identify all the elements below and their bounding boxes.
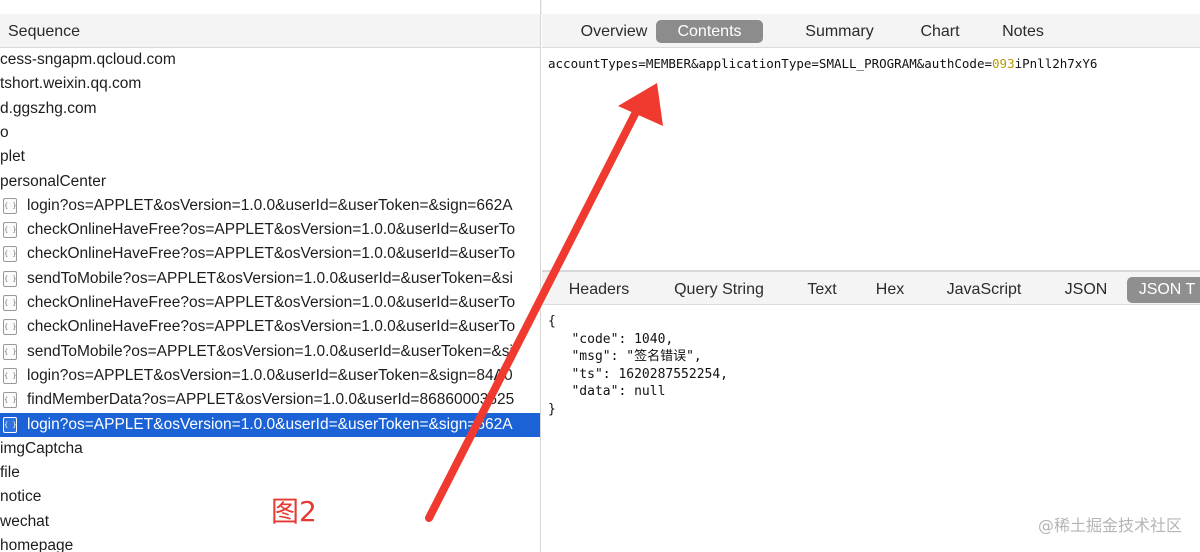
row-label: login?os=APPLET&osVersion=1.0.0&userId=&… [27, 366, 513, 384]
host-row[interactable]: plet [0, 145, 540, 169]
row-label: personalCenter [0, 172, 106, 190]
host-row[interactable]: cess-sngapm.qcloud.com [0, 48, 540, 72]
json-file-icon: { } [3, 392, 17, 409]
json-line: "data": null [548, 384, 666, 399]
row-label: sendToMobile?os=APPLET&osVersion=1.0.0&u… [27, 269, 513, 287]
row-label: notice [0, 488, 42, 506]
tab-javascript[interactable]: JavaScript [934, 277, 1034, 303]
request-row[interactable]: { } findMemberData?os=APPLET&osVersion=1.… [0, 388, 540, 412]
row-label: checkOnlineHaveFree?os=APPLET&osVersion=… [27, 294, 516, 311]
host-row[interactable]: personalCenter [0, 170, 540, 194]
request-row[interactable]: { } sendToMobile?os=APPLET&osVersion=1.0.… [0, 267, 540, 291]
request-body-suffix: iPnll2h7xY6 [1014, 56, 1098, 71]
tab-text[interactable]: Text [794, 277, 850, 303]
tab-headers[interactable]: Headers [556, 277, 642, 303]
request-body-prefix: accountTypes=MEMBER&applicationType=SMAL… [548, 56, 993, 71]
row-label: checkOnlineHaveFree?os=APPLET&osVersion=… [27, 245, 516, 263]
json-file-icon: { } [3, 416, 17, 433]
row-label: d.ggszhg.com [0, 99, 97, 117]
row-label: homepage [0, 537, 74, 552]
request-row[interactable]: { } checkOnlineHaveFree?os=APPLET&osVersi… [0, 291, 540, 315]
tab-hex[interactable]: Hex [864, 277, 916, 303]
row-label: plet [0, 148, 25, 166]
row-label: imgCaptcha [0, 439, 83, 457]
host-row[interactable]: o [0, 121, 540, 145]
json-line: { [548, 314, 556, 329]
json-file-icon: { } [3, 295, 17, 311]
tab-json-t[interactable]: JSON T [1127, 277, 1200, 303]
request-row[interactable]: { } login?os=APPLET&osVersion=1.0.0&userI… [0, 412, 540, 437]
row-label: tshort.weixin.qq.com [0, 75, 142, 93]
row-label: checkOnlineHaveFree?os=APPLET&osVersion=… [27, 318, 516, 336]
json-line: "msg": "签名错误", [548, 349, 702, 364]
request-body-text[interactable]: accountTypes=MEMBER&applicationType=SMAL… [548, 56, 1200, 71]
response-json-view[interactable]: { "code": 1040, "msg": "签名错误", "ts": 162… [548, 313, 728, 418]
request-row[interactable]: { } login?os=APPLET&osVersion=1.0.0&userI… [0, 194, 540, 218]
json-file-icon: { } [3, 343, 17, 360]
sequence-header-label: Sequence [8, 23, 81, 40]
request-row[interactable]: { } checkOnlineHaveFree?os=APPLET&osVersi… [0, 242, 540, 266]
json-file-icon: { } [3, 270, 17, 287]
row-label: login?os=APPLET&osVersion=1.0.0&userId=&… [27, 415, 513, 433]
row-label: wechat [0, 512, 50, 530]
row-label: checkOnlineHaveFree?os=APPLET&osVersion=… [27, 221, 516, 239]
host-row[interactable]: file [0, 461, 540, 485]
json-file-icon: { } [3, 222, 17, 239]
request-row[interactable]: { } sendToMobile?os=APPLET&osVersion=1.0.… [0, 340, 540, 364]
watermark: @稀土掘金技术社区 [1037, 516, 1182, 535]
json-line: } [548, 401, 556, 417]
tab-chart[interactable]: Chart [905, 20, 975, 43]
tab-contents[interactable]: Contents [656, 20, 763, 43]
json-file-icon: { } [3, 246, 17, 263]
request-body-highlight: 093 [992, 56, 1015, 71]
row-label: file [0, 464, 20, 482]
request-row[interactable]: { } checkOnlineHaveFree?os=APPLET&osVersi… [0, 315, 540, 339]
row-label: findMemberData?os=APPLET&osVersion=1.0.0… [27, 391, 515, 409]
response-view-tabs: Headers Query String Text Hex JavaScript JSON… [542, 272, 1200, 305]
json-file-icon: { } [3, 197, 17, 214]
host-row[interactable]: homepage [0, 534, 540, 552]
request-row[interactable]: { } checkOnlineHaveFree?os=APPLET&osVersi… [0, 218, 540, 242]
sequence-panel: Sequence cess-sngapm.qcloud.com tshort.we… [0, 0, 541, 552]
row-label: cess-sngapm.qcloud.com [0, 51, 176, 68]
host-row[interactable]: imgCaptcha [0, 437, 540, 461]
request-row[interactable]: { } login?os=APPLET&osVersion=1.0.0&userI… [0, 364, 540, 388]
tab-summary[interactable]: Summary [778, 20, 901, 43]
tab-query-string[interactable]: Query String [660, 277, 778, 303]
json-line: "ts": 1620287552254, [548, 366, 729, 382]
json-file-icon: { } [3, 319, 17, 336]
host-row[interactable]: tshort.weixin.qq.com [0, 72, 540, 96]
figure-label: 图2 [271, 495, 317, 528]
request-view-tabs: Overview Contents Summary Chart Notes [542, 14, 1200, 48]
json-file-icon: { } [3, 367, 17, 384]
host-row[interactable]: d.ggszhg.com [0, 97, 540, 121]
sequence-header[interactable]: Sequence [0, 14, 540, 48]
row-label: o [0, 123, 9, 141]
row-label: sendToMobile?os=APPLET&osVersion=1.0.0&u… [27, 342, 513, 360]
json-line: "code": 1040, [548, 331, 674, 347]
tab-json[interactable]: JSON [1050, 277, 1122, 303]
tab-overview[interactable]: Overview [562, 20, 666, 43]
row-label: login?os=APPLET&osVersion=1.0.0&userId=&… [27, 196, 513, 214]
detail-panel: Overview Contents Summary Chart Notes accoun… [542, 0, 1200, 552]
tab-notes[interactable]: Notes [988, 20, 1058, 43]
